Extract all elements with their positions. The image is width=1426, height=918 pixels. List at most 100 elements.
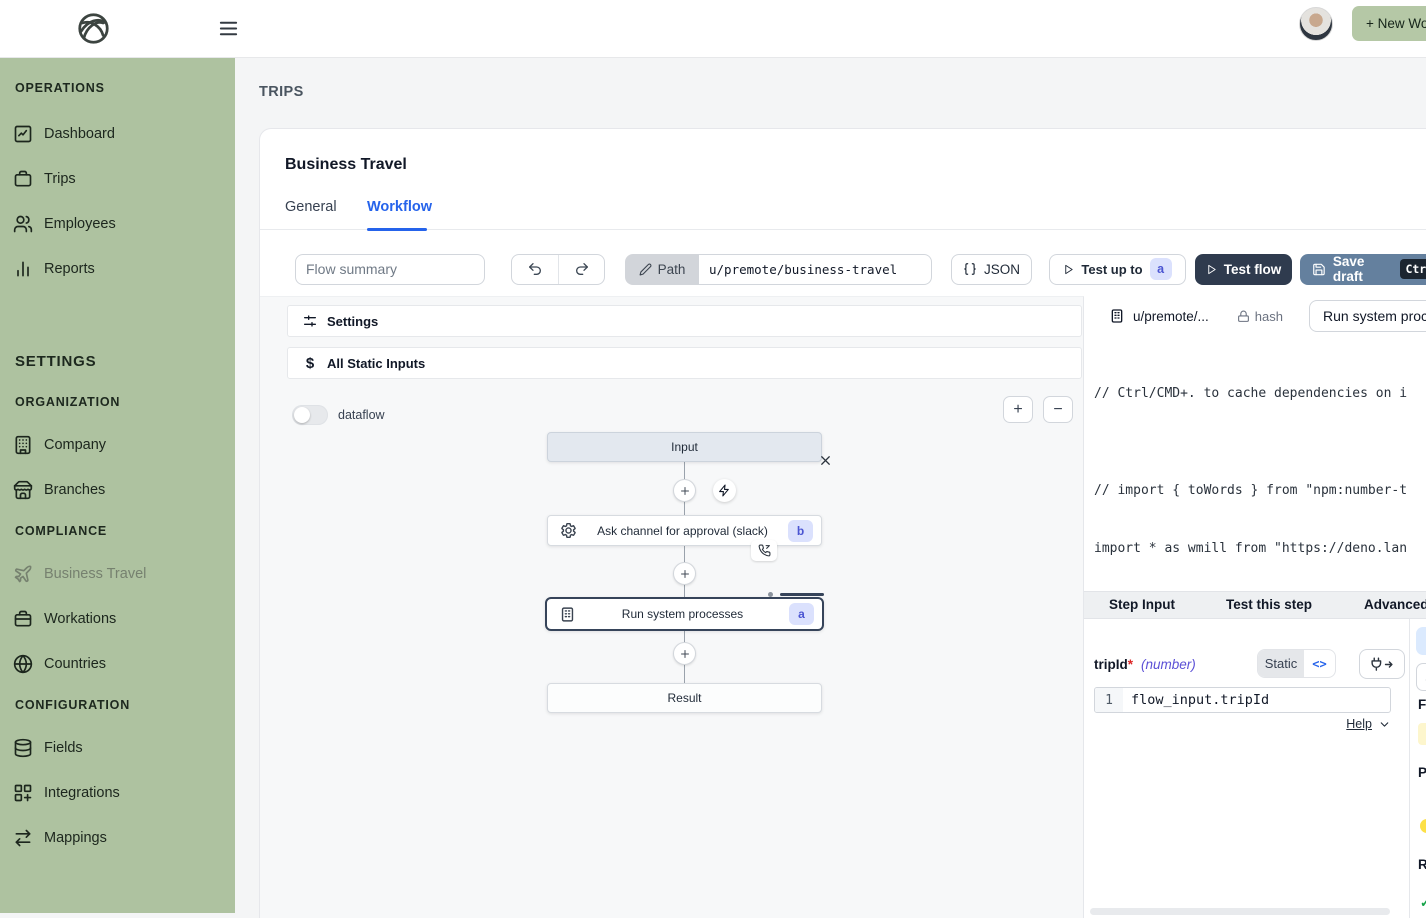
zoom-out-button[interactable]: − — [1043, 396, 1073, 423]
plus-icon — [679, 485, 691, 497]
test-up-to-button[interactable]: Test up to a — [1049, 254, 1186, 285]
editor-header: u/premote/... hash Run system processes — [1084, 296, 1426, 336]
save-draft-button[interactable]: Save draft Ctrl+S — [1300, 254, 1426, 285]
sidebar-item-label: Dashboard — [44, 126, 115, 142]
json-button[interactable]: JSON — [951, 254, 1032, 285]
close-icon[interactable] — [818, 453, 833, 468]
script-module-icon — [559, 606, 576, 623]
step-id-badge: a — [789, 603, 814, 625]
blocks-icon — [13, 783, 33, 803]
script-path-tab[interactable]: u/premote/... — [1109, 308, 1209, 324]
chevron-down-icon — [1378, 718, 1391, 731]
code-editor[interactable]: // Ctrl/CMD+. to cache dependencies on i… — [1084, 340, 1426, 591]
tab-advanced[interactable]: Advanced — [1364, 597, 1426, 612]
flow-node-input[interactable]: Input — [547, 432, 822, 462]
branch-indicator — [768, 592, 824, 596]
redo-button[interactable] — [558, 255, 604, 284]
sidebar-item-branches[interactable]: Branches — [0, 467, 235, 512]
connect-input-button[interactable] — [1359, 649, 1405, 679]
tab-workflow[interactable]: Workflow — [367, 199, 432, 215]
new-workflow-button[interactable]: + New Workflow — [1352, 6, 1426, 41]
add-step-button[interactable] — [673, 562, 696, 585]
flow-node-system[interactable]: Run system processes a — [545, 597, 824, 631]
picker-section-flow-input: Flow Input — [1418, 697, 1426, 712]
sidebar-item-countries[interactable]: Countries — [0, 641, 235, 686]
run-script-button[interactable]: Run system processes — [1309, 300, 1426, 332]
lock-icon — [1237, 310, 1250, 323]
picker-section-previous-result: Previous Result — [1418, 765, 1426, 780]
sidebar-item-label: Employees — [44, 216, 116, 232]
detail-card: Business Travel General Workflow Path — [259, 128, 1426, 918]
sidebar-item-workations[interactable]: Workations — [0, 596, 235, 641]
sidebar-item-business-travel[interactable]: Business Travel — [0, 551, 235, 596]
main-content: TRIPS Business Travel General Workflow — [235, 58, 1426, 913]
swap-arrows-icon — [13, 828, 33, 848]
menu-icon[interactable] — [217, 17, 240, 40]
flow-node-result[interactable]: Result — [547, 683, 822, 713]
sidebar: OPERATIONS Dashboard Trips Employees Rep… — [0, 58, 235, 913]
undo-icon — [527, 261, 543, 277]
hash-tab[interactable]: hash — [1237, 309, 1283, 324]
toggle-knob — [294, 407, 310, 423]
trip-id-field-row: tripId* (number) Static <> — [1094, 649, 1399, 679]
sidebar-item-dashboard[interactable]: Dashboard — [0, 111, 235, 156]
flow-node-approval[interactable]: Ask channel for approval (slack) b — [547, 515, 822, 546]
bar-chart-icon — [13, 259, 33, 279]
code-mode-button[interactable]: <> — [1304, 650, 1335, 677]
sidebar-item-label: Branches — [44, 482, 105, 498]
globe-icon — [13, 654, 33, 674]
add-step-button[interactable] — [673, 642, 696, 665]
zoom-in-button[interactable]: + — [1003, 396, 1033, 423]
undo-button[interactable] — [512, 255, 558, 284]
topbar: + New Workflow — [0, 0, 1426, 58]
sidebar-item-integrations[interactable]: Integrations — [0, 770, 235, 815]
line-chart-icon — [13, 124, 33, 144]
horizontal-scrollbar[interactable] — [1090, 908, 1390, 915]
lightning-icon — [718, 484, 731, 497]
flow-settings-row[interactable]: Settings — [287, 305, 1082, 337]
expression-editor[interactable]: 1 flow_input.tripId — [1094, 687, 1391, 713]
tab-test-this-step[interactable]: Test this step — [1226, 597, 1312, 612]
json-label: JSON — [984, 262, 1020, 277]
undo-redo-group — [511, 254, 605, 285]
flow-toolbar: Path JSON Test up to a Test flow Save dr… — [295, 253, 1426, 285]
step-tab-bar: Step Input Test this step Advanced — [1084, 591, 1426, 619]
collapse-picker-button[interactable] — [1416, 627, 1426, 655]
picker-search-input[interactable]: Search — [1416, 663, 1426, 691]
database-icon — [13, 738, 33, 758]
tab-step-input[interactable]: Step Input — [1109, 597, 1175, 612]
sidebar-item-company[interactable]: Company — [0, 422, 235, 467]
section-settings: SETTINGS — [0, 353, 235, 371]
sidebar-item-trips[interactable]: Trips — [0, 156, 235, 201]
sidebar-item-mappings[interactable]: Mappings — [0, 815, 235, 860]
dollar-icon: $ — [302, 355, 318, 372]
dataflow-toggle[interactable] — [292, 405, 328, 425]
add-step-button[interactable] — [673, 479, 696, 502]
node-label: Run system processes — [576, 607, 789, 621]
test-flow-button[interactable]: Test flow — [1195, 254, 1292, 285]
code-line: // import { toWords } from "npm:number-t — [1094, 481, 1426, 500]
plus-icon — [679, 648, 691, 660]
sidebar-item-fields[interactable]: Fields — [0, 725, 235, 770]
picker-variable-chip[interactable] — [1418, 723, 1426, 745]
help-link[interactable]: Help — [1346, 717, 1372, 731]
path-input[interactable] — [699, 254, 932, 285]
redo-icon — [574, 261, 590, 277]
sidebar-item-reports[interactable]: Reports — [0, 246, 235, 291]
edit-path-button[interactable]: Path — [625, 254, 699, 285]
test-flow-label: Test flow — [1224, 262, 1282, 277]
trigger-button[interactable] — [713, 479, 736, 502]
flow-summary-input[interactable] — [295, 254, 485, 285]
play-icon — [1206, 264, 1217, 275]
dataflow-label: dataflow — [338, 408, 385, 422]
save-icon — [1312, 262, 1326, 277]
node-label: Result — [548, 691, 821, 705]
pencil-icon — [639, 263, 652, 276]
braces-icon — [963, 262, 977, 276]
sidebar-item-employees[interactable]: Employees — [0, 201, 235, 246]
avatar[interactable] — [1299, 7, 1333, 41]
static-mode-button[interactable]: Static — [1258, 650, 1304, 677]
static-inputs-row[interactable]: $ All Static Inputs — [287, 347, 1082, 379]
tab-general[interactable]: General — [285, 199, 337, 215]
test-up-to-label: Test up to — [1081, 262, 1142, 277]
